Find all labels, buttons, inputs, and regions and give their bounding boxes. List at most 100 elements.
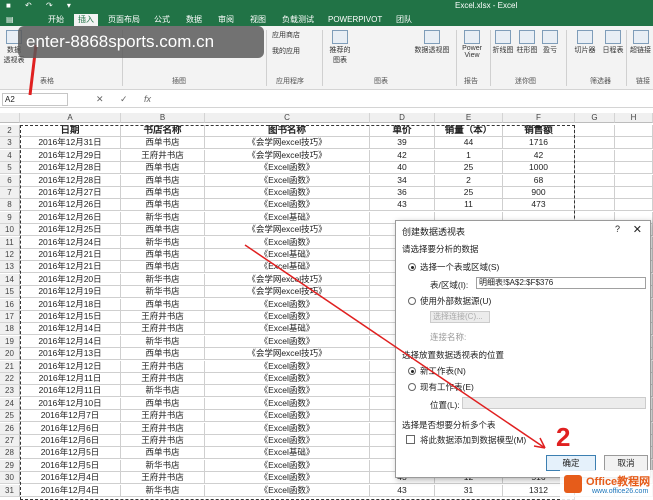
table-cell[interactable]: 2016年12月6日 (20, 422, 121, 435)
quick-access-toolbar[interactable]: ■ ↶ ↷ ▾ (6, 1, 77, 10)
table-cell[interactable]: 《Excel函数》 (205, 422, 370, 435)
table-cell[interactable]: 2016年12月28日 (20, 174, 121, 187)
table-cell[interactable]: 《Excel函数》 (205, 373, 370, 385)
table-cell[interactable]: 2016年12月20日 (20, 273, 121, 286)
table-cell[interactable]: 11 (435, 199, 503, 212)
table-cell[interactable]: 《Excel函数》 (205, 410, 370, 423)
row-header[interactable]: 16 (0, 298, 20, 311)
table-cell[interactable]: 《Excel基础》 (205, 323, 370, 336)
column-header-b[interactable]: B (121, 113, 205, 123)
table-cell[interactable]: 新华书店 (121, 459, 205, 472)
table-cell[interactable]: 西单书店 (121, 174, 205, 187)
hyperlink-button[interactable]: 超链接 (628, 30, 653, 55)
table-cell[interactable]: 王府井书店 (121, 410, 205, 423)
table-cell[interactable]: 西单书店 (121, 261, 205, 274)
recommended-charts-button[interactable]: 推荐的 图表 (326, 30, 354, 65)
row-header[interactable]: 15 (0, 286, 20, 299)
table-cell[interactable]: 2016年12月31日 (20, 137, 121, 150)
table-cell[interactable]: 《Excel函数》 (205, 335, 370, 348)
table-cell[interactable] (615, 162, 653, 175)
row-header[interactable]: 30 (0, 472, 20, 485)
table-cell[interactable]: 68 (503, 174, 575, 187)
table-cell[interactable]: 《Excel函数》 (205, 311, 370, 323)
table-cell[interactable]: 《Excel函数》 (205, 236, 370, 249)
cancel-icon[interactable]: ✕ (96, 94, 104, 105)
table-cell[interactable]: 34 (370, 174, 435, 187)
table-cell[interactable]: 2016年12月21日 (20, 261, 121, 274)
table-cell[interactable]: 《会学网excel技巧》 (205, 273, 370, 286)
table-cell[interactable]: 1 (435, 149, 503, 162)
table-cell[interactable]: 《Excel函数》 (205, 187, 370, 199)
table-cell[interactable]: 43 (370, 484, 435, 497)
table-cell[interactable]: 31 (435, 484, 503, 497)
column-header-f[interactable]: F (503, 113, 575, 123)
table-cell[interactable]: 2016年12月27日 (20, 187, 121, 199)
row-header[interactable]: 23 (0, 385, 20, 398)
table-cell[interactable]: 新华书店 (121, 211, 205, 224)
table-cell[interactable]: 《Excel函数》 (205, 162, 370, 175)
table-cell[interactable]: 《会学网excel技巧》 (205, 137, 370, 150)
table-cell[interactable]: 900 (503, 187, 575, 199)
table-cell[interactable]: 2 (435, 174, 503, 187)
table-cell[interactable]: 《Excel函数》 (205, 397, 370, 410)
table-cell[interactable]: 1000 (503, 162, 575, 175)
table-cell[interactable]: 西单书店 (121, 397, 205, 410)
table-cell[interactable]: 2016年12月14日 (20, 335, 121, 348)
tab-formulas[interactable]: 公式 (150, 14, 174, 26)
row-header[interactable]: 12 (0, 249, 20, 261)
table-cell[interactable]: 新华书店 (121, 385, 205, 398)
table-cell[interactable]: 西单书店 (121, 137, 205, 150)
table-cell[interactable]: 王府井书店 (121, 323, 205, 336)
help-icon[interactable]: ? (615, 224, 620, 234)
column-header-c[interactable]: C (205, 113, 370, 123)
tab-review[interactable]: 审阅 (214, 14, 238, 26)
column-header-d[interactable]: D (370, 113, 435, 123)
table-cell[interactable]: 2016年12月4日 (20, 484, 121, 497)
table-cell[interactable]: 西单书店 (121, 199, 205, 212)
row-header[interactable]: 11 (0, 236, 20, 249)
table-cell[interactable]: 40 (370, 162, 435, 175)
table-cell[interactable]: 《Excel函数》 (205, 298, 370, 311)
close-icon[interactable]: ✕ (633, 223, 642, 236)
table-cell[interactable]: 西单书店 (121, 298, 205, 311)
header-cell[interactable]: 书店名称 (121, 125, 205, 137)
header-cell[interactable]: 日期 (20, 125, 121, 137)
table-cell[interactable]: 西单书店 (121, 162, 205, 175)
choose-connection-button[interactable]: 选择连接(C)... (430, 311, 490, 323)
table-cell[interactable]: 2016年12月6日 (20, 435, 121, 447)
cancel-button[interactable]: 取消 (604, 455, 648, 471)
row-header[interactable]: 24 (0, 397, 20, 410)
table-cell[interactable]: 2016年12月24日 (20, 236, 121, 249)
table-cell[interactable]: 王府井书店 (121, 311, 205, 323)
table-cell[interactable]: 《Excel基础》 (205, 447, 370, 460)
table-cell[interactable] (615, 174, 653, 187)
table-cell[interactable]: 2016年12月21日 (20, 249, 121, 261)
row-header[interactable]: 28 (0, 447, 20, 460)
row-header[interactable]: 19 (0, 335, 20, 348)
table-cell[interactable]: 42 (503, 149, 575, 162)
row-header[interactable]: 3 (0, 137, 20, 150)
column-header-h[interactable]: H (615, 113, 653, 123)
table-cell[interactable]: 43 (370, 199, 435, 212)
table-cell[interactable]: 2016年12月19日 (20, 286, 121, 299)
table-cell[interactable]: 36 (370, 187, 435, 199)
header-cell[interactable]: 销售额 (503, 125, 575, 137)
sparkline-line-button[interactable]: 折线图 (492, 30, 514, 55)
table-cell[interactable]: 王府井书店 (121, 360, 205, 373)
table-cell[interactable]: 王府井书店 (121, 149, 205, 162)
tab-view[interactable]: 视图 (246, 14, 270, 26)
header-cell[interactable] (615, 125, 653, 137)
table-cell[interactable]: 新华书店 (121, 484, 205, 497)
table-cell[interactable]: 2016年12月18日 (20, 298, 121, 311)
enter-icon[interactable]: ✓ (120, 94, 128, 105)
table-cell[interactable]: 《会学网excel技巧》 (205, 149, 370, 162)
table-cell[interactable]: 新华书店 (121, 236, 205, 249)
radio-external-source[interactable] (408, 297, 416, 305)
table-cell[interactable]: 2016年12月28日 (20, 162, 121, 175)
table-cell[interactable]: 《会学网excel技巧》 (205, 286, 370, 299)
table-cell[interactable] (575, 149, 615, 162)
header-cell[interactable]: 单价 (370, 125, 435, 137)
header-cell[interactable]: 销量（本） (435, 125, 503, 137)
radio-select-range[interactable] (408, 263, 416, 271)
table-cell[interactable]: 《Excel函数》 (205, 385, 370, 398)
